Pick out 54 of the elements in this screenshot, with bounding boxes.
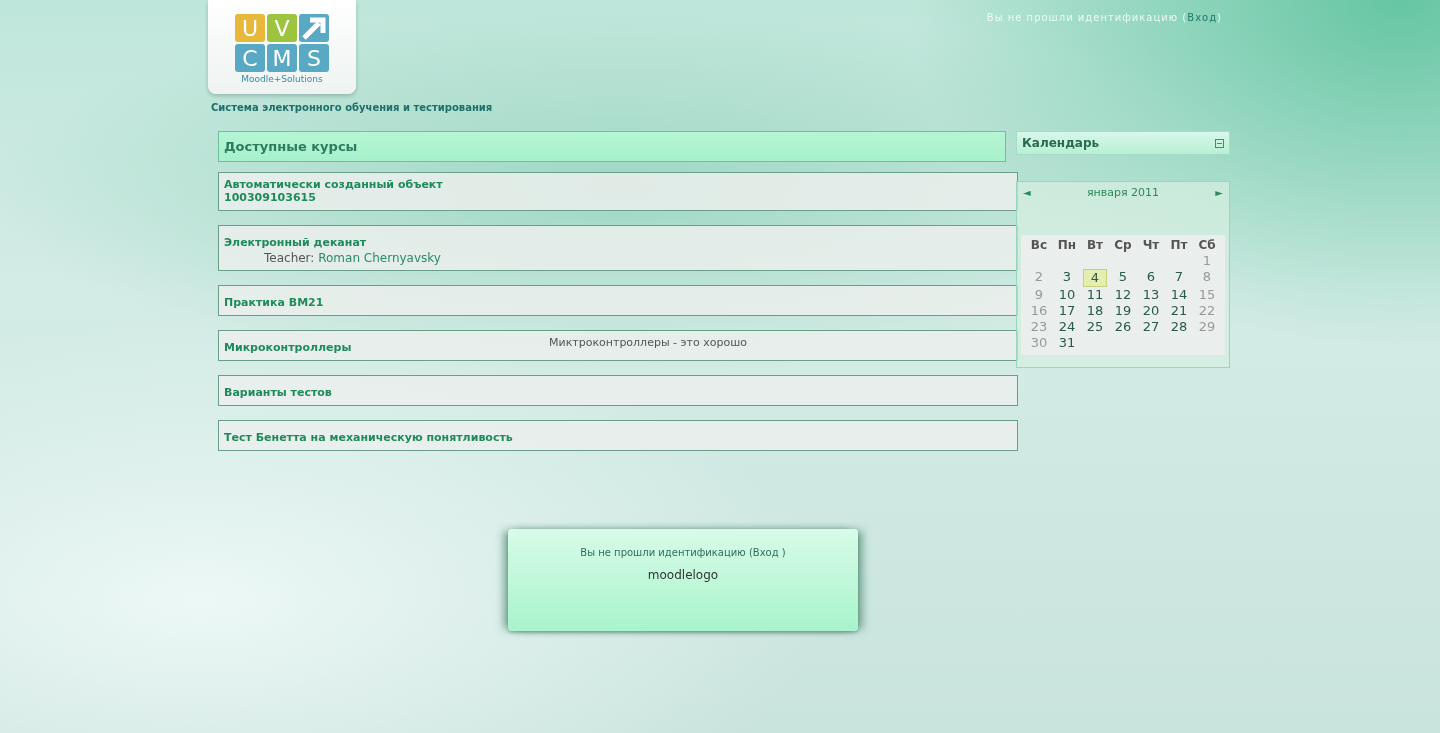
- site-tagline: Система электронного обучения и тестирования: [211, 102, 494, 113]
- calendar-title: Календарь: [1022, 136, 1100, 150]
- footer-login-status: Вы не прошли идентификацию (Вход ): [580, 547, 786, 558]
- weekday-label: Ср: [1113, 237, 1133, 253]
- course-teacher: Teacher: Roman Chernyavsky: [264, 251, 442, 265]
- logo-letter: V: [267, 14, 297, 42]
- calendar-day[interactable]: 25: [1081, 319, 1109, 335]
- courses-heading: Доступные курсы: [218, 131, 1006, 162]
- logo-letter: M: [267, 44, 297, 72]
- calendar-day[interactable]: 21: [1165, 303, 1193, 319]
- calendar-day[interactable]: 5: [1109, 269, 1137, 287]
- logo-letter: S: [299, 44, 329, 72]
- collapse-icon[interactable]: [1215, 138, 1224, 148]
- calendar-day[interactable]: 6: [1137, 269, 1165, 287]
- calendar-day[interactable]: 11: [1081, 287, 1109, 303]
- arrow-icon: [299, 14, 329, 42]
- course-link[interactable]: Автоматически созданный объект 100309103615: [224, 178, 443, 204]
- calendar-day[interactable]: 17: [1053, 303, 1081, 319]
- weekday-label: Вс: [1029, 237, 1049, 253]
- logo-letter: C: [235, 44, 265, 72]
- calendar-day[interactable]: 12: [1109, 287, 1137, 303]
- calendar-day[interactable]: 13: [1137, 287, 1165, 303]
- calendar-day[interactable]: 31: [1053, 335, 1081, 351]
- logo-letter: U: [235, 14, 265, 42]
- course-link[interactable]: Тест Бенетта на механическую понятливость: [224, 431, 513, 444]
- weekday-label: Пн: [1056, 237, 1078, 253]
- weekday-label: Вт: [1085, 237, 1105, 253]
- calendar-day[interactable]: 19: [1109, 303, 1137, 319]
- logo-alt-text: moodlelogo: [647, 568, 719, 582]
- calendar-day[interactable]: 14: [1165, 287, 1193, 303]
- course-link[interactable]: Микроконтроллеры: [224, 341, 352, 354]
- weekday-label: Сб: [1197, 237, 1217, 253]
- calendar-day[interactable]: 7: [1165, 269, 1193, 287]
- calendar-day[interactable]: 26: [1109, 319, 1137, 335]
- calendar-day[interactable]: 10: [1053, 287, 1081, 303]
- calendar-day[interactable]: 20: [1137, 303, 1165, 319]
- course-link[interactable]: Варианты тестов: [224, 386, 332, 399]
- course-link[interactable]: Практика ВМ21: [224, 296, 324, 309]
- weekday-label: Пт: [1169, 237, 1189, 253]
- calendar-day[interactable]: 27: [1137, 319, 1165, 335]
- weekday-label: Чт: [1141, 237, 1161, 253]
- previous-month-link[interactable]: ◄: [1023, 187, 1031, 198]
- calendar-day[interactable]: 18: [1081, 303, 1109, 319]
- calendar-month: января 2011: [1086, 186, 1160, 199]
- course-link[interactable]: Электронный деканат: [224, 236, 367, 249]
- logo-subtitle: Moodle+Solutions: [241, 74, 323, 84]
- calendar-day[interactable]: 24: [1053, 319, 1081, 335]
- calendar-day[interactable]: 4: [1083, 269, 1107, 287]
- calendar-day[interactable]: 3: [1053, 269, 1081, 287]
- login-status: Вы не прошли идентификацию (Вход): [986, 12, 1222, 23]
- site-logo[interactable]: U V C M S Moodle+Solutions: [208, 0, 356, 94]
- course-summary: Миктроконтроллеры - это хорошо: [549, 336, 747, 351]
- teacher-link[interactable]: Roman Chernyavsky: [318, 251, 441, 265]
- calendar-day[interactable]: 28: [1165, 319, 1193, 335]
